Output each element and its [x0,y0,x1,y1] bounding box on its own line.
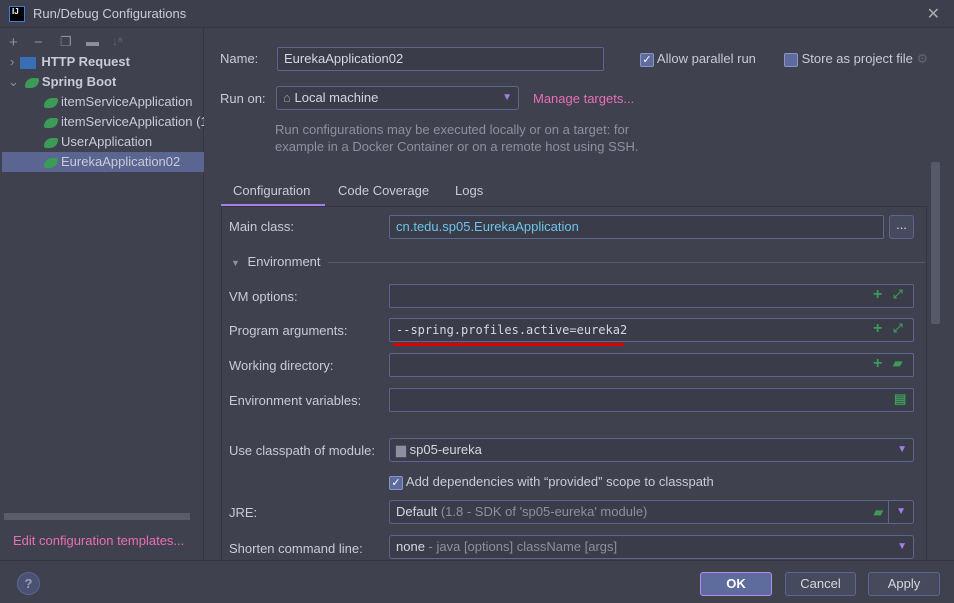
folder-icon[interactable]: ▰ [874,501,883,523]
remove-icon[interactable]: − [34,34,43,51]
item-label: itemServiceApplication [61,94,193,109]
dropdown-arrow-icon: ▼ [897,444,907,455]
module-select[interactable]: ▆ sp05-eureka ▼ [389,438,914,462]
main-class-label: Main class: [229,219,295,234]
title-bar: IJ Run/Debug Configurations ✕ [0,0,954,28]
dropdown-arrow-icon: ▼ [502,92,512,103]
red-underline-annotation [393,343,624,346]
tree-item[interactable]: UserApplication [44,132,204,152]
apply-button[interactable]: Apply [868,572,940,596]
new-folder-icon[interactable]: ▬ [86,34,99,49]
provided-scope-checkbox[interactable]: ✓ Add dependencies with “provided” scope… [389,474,714,490]
expand-icon[interactable]: ⤢ [893,321,903,336]
manage-targets-link[interactable]: Manage targets... [533,91,634,106]
edit-templates-link[interactable]: Edit configuration templates... [13,533,184,548]
spring-boot-icon [44,97,58,108]
shorten-command-line-label: Shorten command line: [229,541,363,556]
working-directory-label: Working directory: [229,358,334,373]
home-icon: ⌂ [283,90,291,105]
node-label: HTTP Request [41,54,130,69]
program-arguments-label: Program arguments: [229,323,348,338]
item-label: itemServiceApplication (1) [61,114,204,129]
tree-item[interactable]: itemServiceApplication [44,92,204,112]
add-icon[interactable]: + [873,286,882,304]
tree-item[interactable]: itemServiceApplication (1) [44,112,204,132]
working-directory-input[interactable] [389,353,914,377]
cancel-button[interactable]: Cancel [785,572,856,596]
spring-boot-icon [24,77,39,88]
add-icon[interactable]: + [873,320,882,338]
sidebar-scrollbar[interactable] [4,513,190,520]
program-arguments-input[interactable]: --spring.profiles.active=eureka2 [389,318,914,342]
select-detail: (1.8 - SDK of 'sp05-eureka' module) [440,504,648,519]
close-icon[interactable]: ✕ [927,4,940,24]
folder-icon[interactable]: ▰ [893,356,902,370]
jre-select[interactable]: Default (1.8 - SDK of 'sp05-eureka' modu… [389,500,914,524]
section-label: Environment [247,254,321,269]
help-button[interactable]: ? [17,572,40,595]
window-title: Run/Debug Configurations [33,6,187,21]
api-icon [20,56,37,69]
spring-boot-icon [44,117,58,128]
collapse-triangle-icon: ▼ [231,258,240,268]
tree-node-spring-boot[interactable]: ⌄ Spring Boot [0,72,116,92]
checkbox-checked-icon: ✓ [640,52,654,67]
intellij-logo-icon: IJ [9,6,25,22]
environment-variables-input[interactable] [389,388,914,412]
name-input[interactable]: EurekaApplication02 [277,47,604,71]
tree-item-selected[interactable]: EurekaApplication02 [2,152,204,172]
spring-boot-icon [44,157,58,168]
vm-options-label: VM options: [229,289,298,304]
tab-code-coverage[interactable]: Code Coverage [338,177,429,207]
name-label: Name: [220,51,259,66]
checkbox-checked-icon: ✓ [389,475,403,490]
run-on-hint: Run configurations may be executed local… [275,122,630,137]
dropdown-arrow-icon: ▼ [897,541,907,552]
ok-button[interactable]: OK [700,572,772,596]
vm-options-input[interactable] [389,284,914,308]
run-on-select[interactable]: ⌂ Local machine ▼ [276,86,519,110]
checkbox-label: Store as project file [801,51,913,66]
node-label: Spring Boot [41,74,117,89]
checkbox-unchecked-icon [784,52,798,67]
dropdown-arrow-icon[interactable]: ▼ [896,501,906,523]
select-detail: - java [options] className [args] [428,539,618,554]
jre-label: JRE: [229,505,258,520]
module-folder-icon: ▆ [396,442,406,457]
gear-icon[interactable]: ⚙ [917,51,929,66]
allow-parallel-checkbox[interactable]: ✓ Allow parallel run [640,51,756,67]
select-value: Default [396,504,438,519]
environment-variables-label: Environment variables: [229,393,362,408]
copy-icon[interactable]: ❐ [60,34,72,50]
run-on-label: Run on: [220,91,266,106]
section-divider [328,262,925,263]
expand-icon[interactable]: ⤢ [893,287,903,302]
sort-icon[interactable]: ↓ᵃ [112,34,122,48]
main-class-input[interactable]: cn.tedu.sp05.EurekaApplication [389,215,884,239]
item-label: UserApplication [61,134,153,149]
environment-section-toggle[interactable]: ▼ Environment [231,254,321,269]
store-project-checkbox[interactable]: Store as project file ⚙ [784,51,928,67]
edit-list-icon[interactable]: ▤ [894,391,906,407]
select-value: sp05-eureka [409,442,482,457]
checkbox-label: Allow parallel run [656,51,756,66]
add-icon[interactable]: + [9,34,18,51]
tab-logs[interactable]: Logs [455,177,483,207]
select-value: Local machine [294,90,379,105]
select-value: none [396,539,425,554]
checkbox-label: Add dependencies with “provided” scope t… [405,474,714,489]
tree-node-http-request[interactable]: › HTTP Request [0,52,130,72]
run-on-hint: example in a Docker Container or on a re… [275,139,639,154]
tab-configuration[interactable]: Configuration [233,177,310,207]
module-label: Use classpath of module: [229,443,375,458]
main-scrollbar[interactable] [931,162,940,324]
item-label: EurekaApplication02 [61,154,181,169]
browse-button[interactable]: ... [889,215,914,239]
spring-boot-icon [44,137,58,148]
shorten-command-line-select[interactable]: none - java [options] className [args] ▼ [389,535,914,559]
add-icon[interactable]: + [873,355,882,373]
